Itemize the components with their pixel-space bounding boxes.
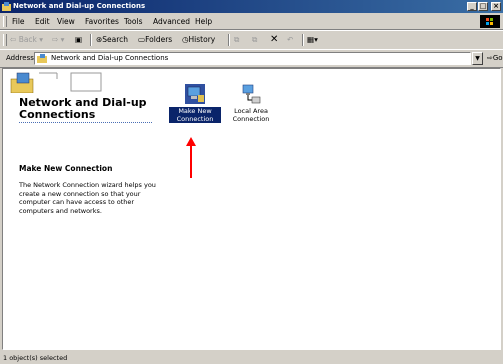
forward-arrow-icon: ⇨ [52, 35, 59, 44]
menu-view[interactable]: View [57, 17, 75, 26]
menu-tools[interactable]: Tools [124, 17, 142, 26]
menu-grip[interactable] [3, 16, 7, 27]
folders-label: Folders [145, 35, 173, 44]
red-arrow-annotation [186, 137, 196, 178]
close-button[interactable]: × [491, 2, 501, 11]
address-value: Network and Dial-up Connections [51, 54, 169, 62]
item-label: Local Area Connection [232, 107, 270, 123]
back-label: Back [18, 35, 37, 44]
item-label: Make New Connection [169, 107, 221, 123]
menu-help[interactable]: Help [195, 17, 212, 26]
back-button[interactable]: ⇦ Back ▾ [10, 33, 43, 47]
toolbar-separator [302, 34, 304, 46]
toolbar-grip[interactable] [3, 34, 7, 46]
move-to-button[interactable]: ⧉ [234, 33, 239, 47]
go-label: Go [492, 54, 503, 62]
selection-description: The Network Connection wizard helps you … [19, 181, 156, 215]
network-connections-icon [37, 54, 47, 63]
go-button[interactable]: ⇨Go [487, 54, 503, 62]
address-bar: Address Network and Dial-up Connections … [0, 49, 503, 68]
views-button[interactable]: ▦▾ [307, 33, 318, 47]
make-new-connection-icon [185, 84, 205, 104]
copy-to-icon: ⧉ [252, 35, 258, 44]
history-button[interactable]: ◷History [182, 33, 215, 47]
views-icon: ▦ [307, 35, 315, 44]
delete-icon: ✕ [270, 34, 279, 45]
search-button[interactable]: ⊛Search [96, 33, 128, 47]
folders-button[interactable]: ▭Folders [138, 33, 172, 47]
page-title: Network and Dial-up Connections [19, 96, 147, 121]
copy-to-button[interactable]: ⧉ [252, 33, 257, 47]
history-label: History [188, 35, 216, 44]
move-to-icon: ⧉ [234, 35, 240, 44]
undo-icon: ↶ [287, 35, 294, 44]
up-button[interactable]: ▣ [75, 33, 82, 47]
network-folder-icon [2, 2, 11, 11]
up-folder-icon: ▣ [75, 35, 83, 44]
menu-advanced[interactable]: Advanced [153, 17, 190, 26]
maximize-button[interactable]: □ [478, 2, 488, 11]
delete-button[interactable]: ✕ [270, 33, 278, 47]
explorer-window: Network and Dial-up Connections _ □ × Fi… [0, 0, 503, 364]
forward-button[interactable]: ⇨ ▾ [52, 33, 64, 47]
window-title: Network and Dial-up Connections [13, 2, 146, 10]
menu-favorites[interactable]: Favorites [85, 17, 119, 26]
network-folder-banner-icon [10, 72, 102, 93]
item-local-area-connection[interactable]: Local Area Connection [225, 83, 277, 123]
address-label: Address [6, 54, 34, 62]
search-label: Search [102, 35, 129, 44]
menu-bar: File Edit View Favorites Tools Advanced … [0, 14, 503, 30]
status-bar: 1 object(s) selected [0, 351, 503, 364]
folder-view[interactable]: Network and Dial-up Connections Make New… [2, 68, 501, 350]
selection-title: Make New Connection [19, 164, 113, 173]
status-text: 1 object(s) selected [3, 354, 68, 362]
address-input[interactable]: Network and Dial-up Connections [34, 52, 471, 65]
back-arrow-icon: ⇦ [10, 35, 17, 44]
undo-button[interactable]: ↶ [287, 33, 293, 47]
title-bar[interactable]: Network and Dial-up Connections _ □ × [0, 0, 503, 13]
toolbar-separator [228, 34, 230, 46]
windows-logo-icon [480, 15, 500, 28]
address-dropdown-button[interactable]: ▼ [472, 52, 483, 65]
title-divider [19, 122, 152, 123]
menu-edit[interactable]: Edit [35, 17, 50, 26]
minimize-button[interactable]: _ [467, 2, 477, 11]
item-make-new-connection[interactable]: Make New Connection [169, 83, 221, 123]
standard-toolbar: ⇦ Back ▾ ⇨ ▾ ▣ ⊛Search ▭Folders ◷History… [0, 30, 503, 50]
menu-file[interactable]: File [12, 17, 25, 26]
toolbar-separator [90, 34, 92, 46]
local-area-connection-icon [242, 84, 261, 104]
